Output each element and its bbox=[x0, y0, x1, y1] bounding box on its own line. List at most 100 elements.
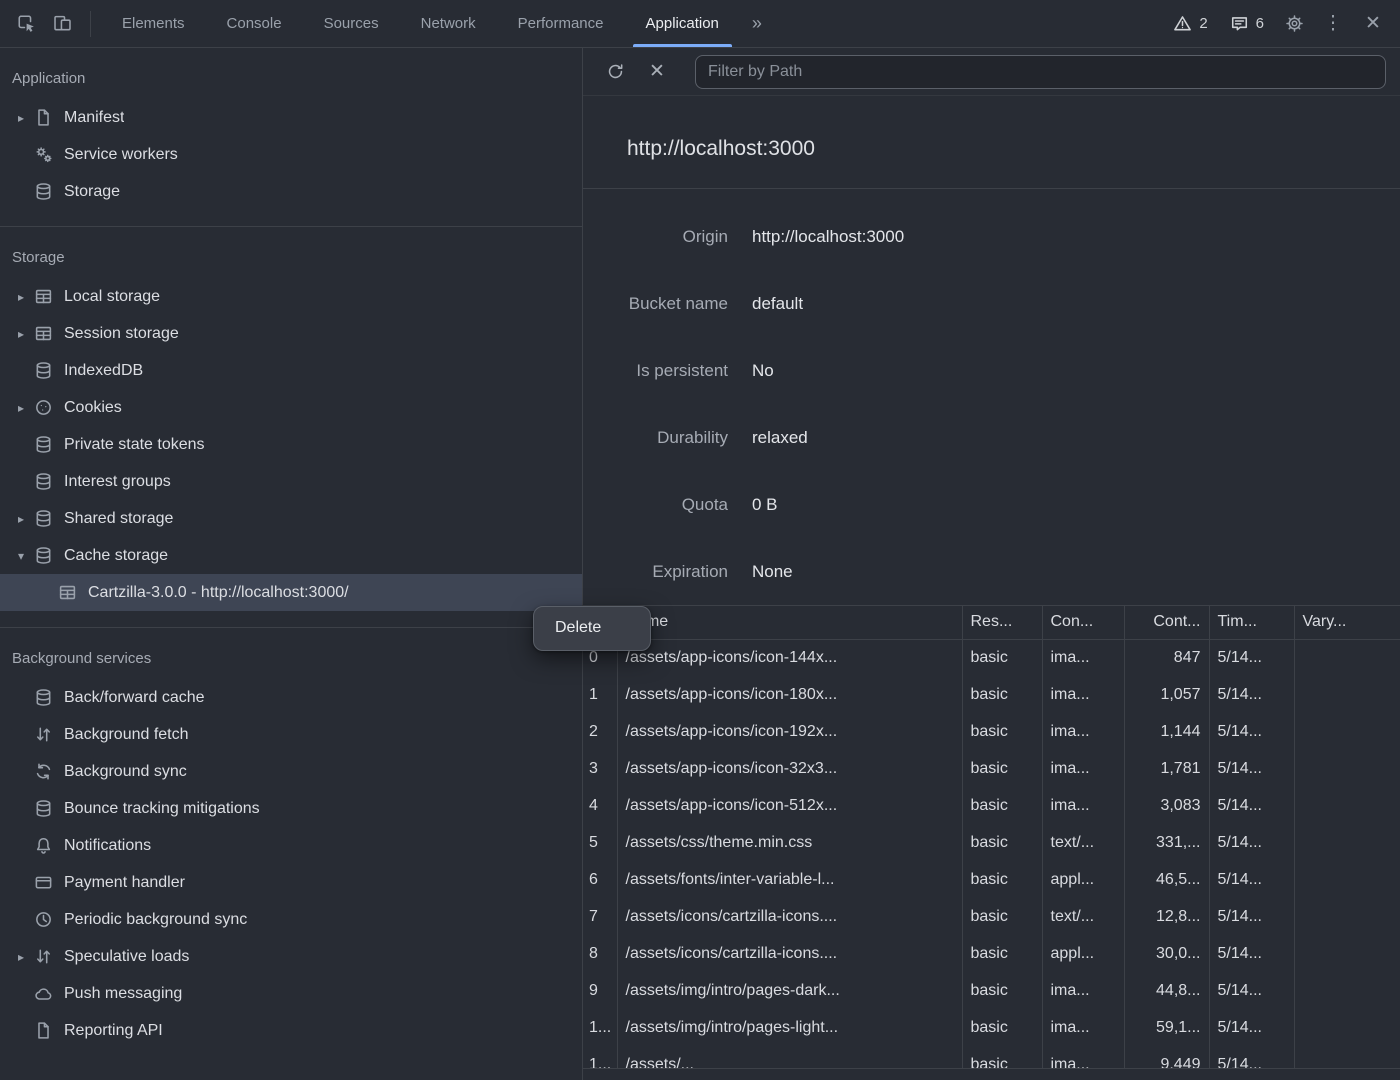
cell-tim: 5/14... bbox=[1209, 824, 1294, 861]
sidebar-item-private-state-tokens[interactable]: Private state tokens bbox=[0, 426, 582, 463]
cell-vary bbox=[1294, 898, 1400, 935]
cell-res: basic bbox=[962, 972, 1042, 1009]
sidebar-item-speculative-loads[interactable]: ▸Speculative loads bbox=[0, 938, 582, 975]
disclosure-collapsed-icon[interactable]: ▸ bbox=[12, 950, 30, 964]
sidebar-item-periodic-background-sync[interactable]: Periodic background sync bbox=[0, 901, 582, 938]
table-row[interactable]: 2/assets/app-icons/icon-192x...basicima.… bbox=[583, 713, 1400, 750]
cell-con: ima... bbox=[1042, 750, 1124, 787]
table-row[interactable]: 0/assets/app-icons/icon-144x...basicima.… bbox=[583, 639, 1400, 676]
sidebar-item-session-storage[interactable]: ▸Session storage bbox=[0, 315, 582, 352]
sync-icon bbox=[34, 762, 54, 781]
cell-tim: 5/14... bbox=[1209, 713, 1294, 750]
table-row[interactable]: 1/assets/app-icons/icon-180x...basicima.… bbox=[583, 676, 1400, 713]
tab-elements[interactable]: Elements bbox=[101, 0, 206, 47]
disclosure-collapsed-icon[interactable]: ▸ bbox=[12, 290, 30, 304]
cell-tim: 5/14... bbox=[1209, 1009, 1294, 1046]
table-row[interactable]: 8/assets/icons/cartzilla-icons....basica… bbox=[583, 935, 1400, 972]
sidebar-item-back-forward-cache[interactable]: Back/forward cache bbox=[0, 679, 582, 716]
inspect-element-icon[interactable] bbox=[8, 6, 44, 42]
meta-row-bucket-name: Bucket name default bbox=[583, 270, 1400, 337]
disclosure-expanded-icon[interactable]: ▾ bbox=[12, 549, 30, 563]
sidebar-item-shared-storage[interactable]: ▸Shared storage bbox=[0, 500, 582, 537]
cell-num: 4 bbox=[583, 787, 617, 824]
warning-count: 2 bbox=[1199, 15, 1207, 32]
sidebar-item-cookies[interactable]: ▸Cookies bbox=[0, 389, 582, 426]
sidebar-item-background-sync[interactable]: Background sync bbox=[0, 753, 582, 790]
more-tabs-icon[interactable]: » bbox=[740, 13, 775, 34]
table-row[interactable]: 1.../assets/...basicima...9,4495/14... bbox=[583, 1046, 1400, 1069]
cell-name: /assets/... bbox=[617, 1046, 962, 1069]
cell-res: basic bbox=[962, 676, 1042, 713]
sidebar-item-cache-storage[interactable]: ▾Cache storage bbox=[0, 537, 582, 574]
cell-name: /assets/css/theme.min.css bbox=[617, 824, 962, 861]
table-row[interactable]: 7/assets/icons/cartzilla-icons....basict… bbox=[583, 898, 1400, 935]
settings-gear-icon[interactable] bbox=[1276, 6, 1312, 42]
tab-sources[interactable]: Sources bbox=[303, 0, 400, 47]
cell-cont: 1,144 bbox=[1124, 713, 1209, 750]
disclosure-collapsed-icon[interactable]: ▸ bbox=[12, 512, 30, 526]
meta-value: relaxed bbox=[752, 428, 808, 448]
context-menu-item-delete[interactable]: Delete bbox=[539, 612, 645, 645]
table-row[interactable]: 9/assets/img/intro/pages-dark...basicima… bbox=[583, 972, 1400, 1009]
header-vary[interactable]: Vary... bbox=[1294, 606, 1400, 639]
cache-table-body: 0/assets/app-icons/icon-144x...basicima.… bbox=[583, 639, 1400, 1069]
meta-label: Is persistent bbox=[583, 361, 728, 381]
sidebar-item-label: Notifications bbox=[64, 837, 151, 855]
disclosure-collapsed-icon[interactable]: ▸ bbox=[12, 327, 30, 341]
cell-cont: 1,057 bbox=[1124, 676, 1209, 713]
disclosure-collapsed-icon[interactable]: ▸ bbox=[12, 111, 30, 125]
table-row[interactable]: 4/assets/app-icons/icon-512x...basicima.… bbox=[583, 787, 1400, 824]
meta-row-is-persistent: Is persistent No bbox=[583, 337, 1400, 404]
cell-cont: 44,8... bbox=[1124, 972, 1209, 1009]
close-devtools-icon[interactable]: ✕ bbox=[1354, 6, 1392, 42]
sidebar-item-interest-groups[interactable]: Interest groups bbox=[0, 463, 582, 500]
clear-icon[interactable]: ✕ bbox=[639, 54, 675, 90]
warnings-badge[interactable]: 2 bbox=[1163, 14, 1217, 33]
sidebar-item-push-messaging[interactable]: Push messaging bbox=[0, 975, 582, 1012]
header-name[interactable]: Name bbox=[617, 606, 962, 639]
meta-value: 0 B bbox=[752, 495, 778, 515]
sidebar-item-cartzilla-3-0-0-http-localhost-3000[interactable]: Cartzilla-3.0.0 - http://localhost:3000/ bbox=[0, 574, 582, 611]
table-row[interactable]: 3/assets/app-icons/icon-32x3...basicima.… bbox=[583, 750, 1400, 787]
sidebar-item-indexeddb[interactable]: IndexedDB bbox=[0, 352, 582, 389]
sidebar-item-bounce-tracking-mitigations[interactable]: Bounce tracking mitigations bbox=[0, 790, 582, 827]
sidebar-item-service-workers[interactable]: Service workers bbox=[0, 136, 582, 173]
sidebar-item-label: Bounce tracking mitigations bbox=[64, 800, 260, 818]
updown-icon bbox=[34, 947, 54, 966]
header-content-type[interactable]: Con... bbox=[1042, 606, 1124, 639]
sidebar-item-reporting-api[interactable]: Reporting API bbox=[0, 1012, 582, 1049]
cell-vary bbox=[1294, 972, 1400, 1009]
table-row[interactable]: 1.../assets/img/intro/pages-light...basi… bbox=[583, 1009, 1400, 1046]
header-response-type[interactable]: Res... bbox=[962, 606, 1042, 639]
sidebar-item-background-fetch[interactable]: Background fetch bbox=[0, 716, 582, 753]
header-time-cached[interactable]: Tim... bbox=[1209, 606, 1294, 639]
cell-vary bbox=[1294, 676, 1400, 713]
sidebar-item-local-storage[interactable]: ▸Local storage bbox=[0, 278, 582, 315]
tab-performance[interactable]: Performance bbox=[497, 0, 625, 47]
cell-vary bbox=[1294, 1009, 1400, 1046]
table-row[interactable]: 6/assets/fonts/inter-variable-l...basica… bbox=[583, 861, 1400, 898]
issues-count: 6 bbox=[1256, 15, 1264, 32]
tab-console[interactable]: Console bbox=[206, 0, 303, 47]
table-row[interactable]: 5/assets/css/theme.min.cssbasictext/...3… bbox=[583, 824, 1400, 861]
filter-by-path-input[interactable] bbox=[695, 55, 1386, 89]
disclosure-collapsed-icon[interactable]: ▸ bbox=[12, 401, 30, 415]
sidebar-item-storage[interactable]: Storage bbox=[0, 173, 582, 210]
kebab-menu-icon[interactable]: ⋮ bbox=[1314, 6, 1352, 42]
cookie-icon bbox=[34, 398, 54, 417]
device-toolbar-icon[interactable] bbox=[44, 6, 80, 42]
sidebar-item-notifications[interactable]: Notifications bbox=[0, 827, 582, 864]
meta-label: Origin bbox=[583, 227, 728, 247]
cell-vary bbox=[1294, 861, 1400, 898]
sidebar: Application▸ManifestService workersStora… bbox=[0, 48, 583, 1080]
sidebar-item-payment-handler[interactable]: Payment handler bbox=[0, 864, 582, 901]
meta-value: None bbox=[752, 562, 793, 582]
tab-application[interactable]: Application bbox=[625, 0, 740, 47]
cell-tim: 5/14... bbox=[1209, 676, 1294, 713]
sidebar-item-manifest[interactable]: ▸Manifest bbox=[0, 99, 582, 136]
refresh-icon[interactable] bbox=[597, 54, 633, 90]
tab-network[interactable]: Network bbox=[400, 0, 497, 47]
header-content-length[interactable]: Cont... bbox=[1124, 606, 1209, 639]
issues-badge[interactable]: 6 bbox=[1220, 14, 1274, 33]
cell-con: text/... bbox=[1042, 898, 1124, 935]
